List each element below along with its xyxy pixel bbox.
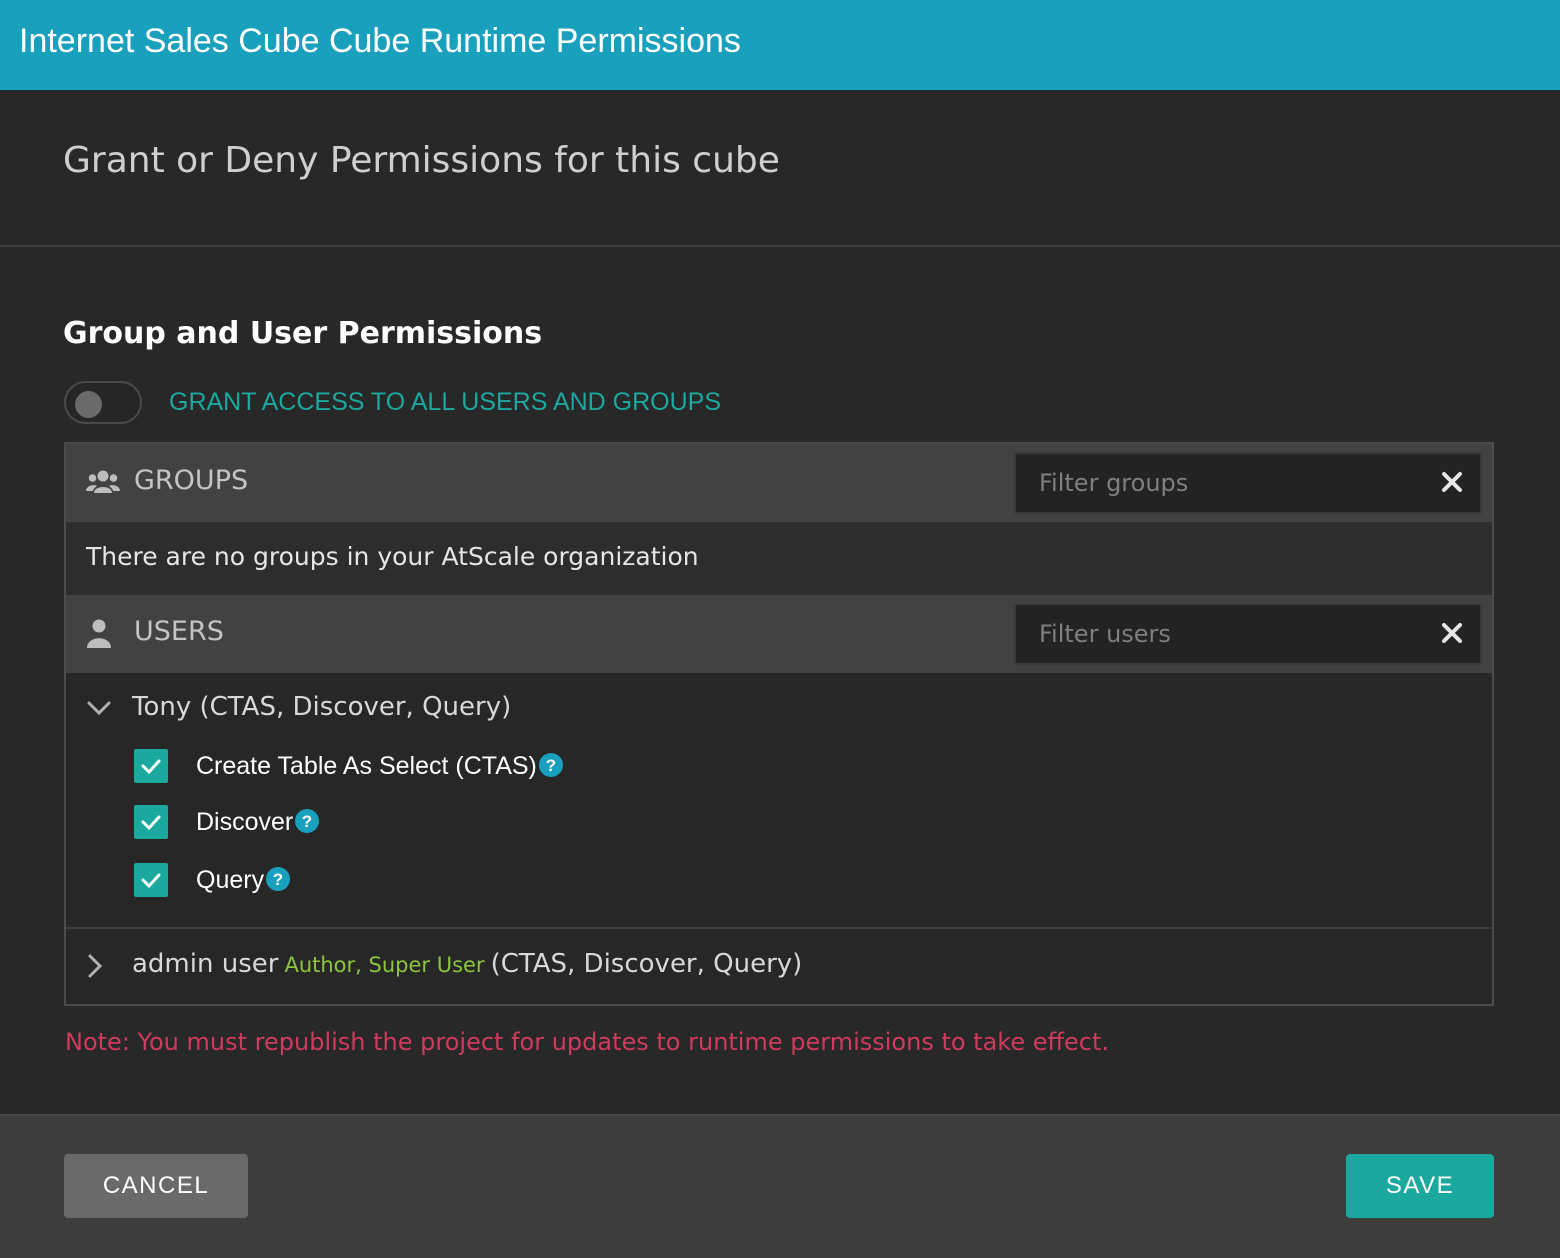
filter-users: [1014, 603, 1482, 665]
user-name-admin[interactable]: admin user Author, Super User (CTAS, Disco…: [132, 949, 802, 979]
check-icon: [141, 759, 161, 775]
chevron-right-icon[interactable]: [80, 951, 110, 981]
checkbox-discover[interactable]: [134, 805, 168, 839]
check-icon: [141, 815, 161, 831]
permission-discover-label: Discover: [196, 808, 294, 836]
help-icon[interactable]: ?: [295, 809, 320, 833]
subtitle-area: Grant or Deny Permissions for this cube: [0, 90, 1560, 247]
checkbox-ctas[interactable]: [134, 749, 168, 783]
svg-text:?: ?: [302, 812, 312, 831]
toggle-knob: [75, 391, 102, 418]
grant-all-toggle[interactable]: [64, 381, 142, 424]
admin-user-name: admin user: [132, 949, 279, 979]
chevron-down-icon[interactable]: [84, 693, 114, 723]
groups-empty-message: There are no groups in your AtScale orga…: [86, 542, 699, 571]
filter-users-input[interactable]: [1016, 605, 1426, 663]
permissions-panel: GROUPS There are no groups in your AtSca…: [64, 442, 1494, 1006]
help-icon[interactable]: ?: [538, 753, 563, 777]
permission-query-label: Query: [196, 866, 265, 894]
clear-users-filter-icon[interactable]: [1438, 619, 1466, 647]
groups-header: GROUPS: [66, 444, 1492, 522]
groups-icon: [86, 470, 120, 493]
help-icon[interactable]: ?: [266, 867, 291, 891]
filter-groups: [1014, 452, 1482, 514]
groups-empty-row: There are no groups in your AtScale orga…: [66, 522, 1492, 595]
window-title: Internet Sales Cube Cube Runtime Permiss…: [19, 22, 741, 60]
section-heading: Group and User Permissions: [63, 316, 543, 351]
checkbox-query[interactable]: [134, 863, 168, 897]
svg-text:?: ?: [546, 756, 556, 775]
clear-groups-filter-icon[interactable]: [1438, 468, 1466, 496]
users-header-label: USERS: [134, 616, 224, 647]
user-row-tony: Tony (CTAS, Discover, Query) Create Tabl…: [66, 673, 1492, 929]
title-bar: Internet Sales Cube Cube Runtime Permiss…: [0, 0, 1560, 90]
svg-text:?: ?: [273, 870, 283, 889]
admin-user-perms: (CTAS, Discover, Query): [490, 949, 803, 979]
user-name-tony[interactable]: Tony (CTAS, Discover, Query): [132, 692, 511, 722]
check-icon: [141, 873, 161, 889]
filter-groups-input[interactable]: [1016, 454, 1426, 512]
save-button[interactable]: SAVE: [1346, 1154, 1494, 1218]
cancel-button[interactable]: CANCEL: [64, 1154, 248, 1218]
user-icon: [87, 619, 111, 648]
grant-all-label[interactable]: GRANT ACCESS TO ALL USERS AND GROUPS: [169, 388, 721, 417]
permission-ctas-label: Create Table As Select (CTAS): [196, 752, 537, 780]
republish-note: Note: You must republish the project for…: [65, 1028, 1110, 1056]
users-header: USERS: [66, 595, 1492, 673]
page-subtitle: Grant or Deny Permissions for this cube: [63, 140, 780, 181]
footer-bar: CANCEL SAVE: [0, 1114, 1560, 1258]
admin-user-roles: Author, Super User: [284, 953, 485, 977]
user-row-admin: admin user Author, Super User (CTAS, Disco…: [66, 929, 1492, 1004]
groups-header-label: GROUPS: [134, 465, 249, 496]
